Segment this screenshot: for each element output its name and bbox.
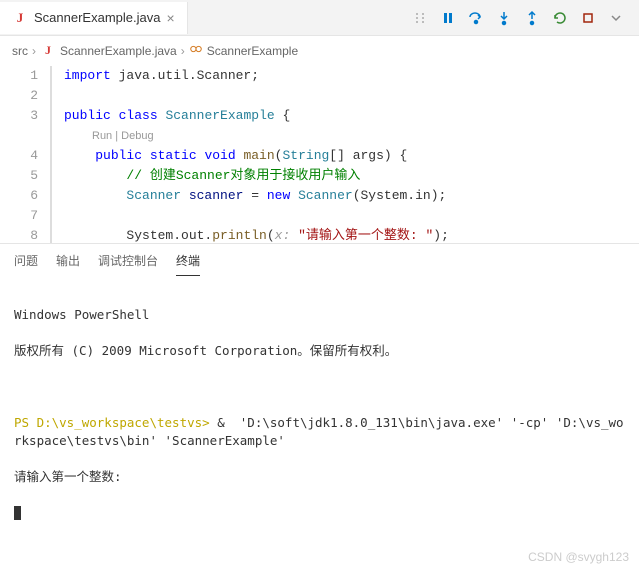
pause-icon[interactable]: [435, 5, 461, 31]
line-gutter: 1234567891011121314151617: [0, 66, 50, 243]
terminal-line: PS D:\vs_workspace\testvs> & 'D:\soft\jd…: [14, 414, 625, 450]
terminal-line: [14, 504, 625, 522]
chevron-right-icon: ›: [181, 44, 185, 58]
close-icon[interactable]: ×: [166, 10, 174, 26]
tab-problems[interactable]: 问题: [14, 252, 38, 276]
step-into-icon[interactable]: [491, 5, 517, 31]
breadcrumb-file[interactable]: J ScannerExample.java: [40, 43, 177, 59]
terminal-line: [14, 378, 625, 396]
breadcrumb-root[interactable]: src: [12, 44, 28, 58]
chevron-right-icon: ›: [32, 44, 36, 58]
panel-tabs: 问题 输出 调试控制台 终端: [0, 243, 639, 276]
step-out-icon[interactable]: [519, 5, 545, 31]
terminal-line: Windows PowerShell: [14, 306, 625, 324]
class-icon: [189, 42, 203, 59]
debug-toolbar: [407, 5, 639, 31]
breadcrumb: src › J ScannerExample.java › ScannerExa…: [0, 36, 639, 66]
java-file-icon: J: [40, 43, 56, 59]
terminal-line: 版权所有 (C) 2009 Microsoft Corporation。保留所有…: [14, 342, 625, 360]
cursor-icon: [14, 506, 21, 520]
codelens-debug[interactable]: Debug: [121, 130, 153, 142]
java-file-icon: J: [12, 10, 28, 26]
tab-output[interactable]: 输出: [56, 252, 80, 276]
drag-handle-icon[interactable]: [407, 5, 433, 31]
restart-icon[interactable]: [547, 5, 573, 31]
terminal[interactable]: Windows PowerShell 版权所有 (C) 2009 Microso…: [0, 276, 639, 570]
chevron-down-icon[interactable]: [603, 5, 629, 31]
codelens-run[interactable]: Run: [92, 130, 112, 142]
tab-bar: J ScannerExample.java ×: [0, 0, 639, 36]
code-editor[interactable]: 1234567891011121314151617 import java.ut…: [0, 66, 639, 243]
stop-icon[interactable]: [575, 5, 601, 31]
code-content[interactable]: import java.util.Scanner; public class S…: [50, 66, 639, 243]
tab-filename: ScannerExample.java: [34, 10, 160, 25]
breadcrumb-class[interactable]: ScannerExample: [189, 42, 298, 59]
terminal-line: 请输入第一个整数:: [14, 468, 625, 486]
tab-debug-console[interactable]: 调试控制台: [98, 252, 158, 276]
step-over-icon[interactable]: [463, 5, 489, 31]
codelens: Run | Debug: [64, 126, 639, 146]
editor-tab[interactable]: J ScannerExample.java ×: [0, 2, 188, 34]
watermark: CSDN @svygh123: [528, 548, 629, 566]
tab-terminal[interactable]: 终端: [176, 252, 200, 276]
